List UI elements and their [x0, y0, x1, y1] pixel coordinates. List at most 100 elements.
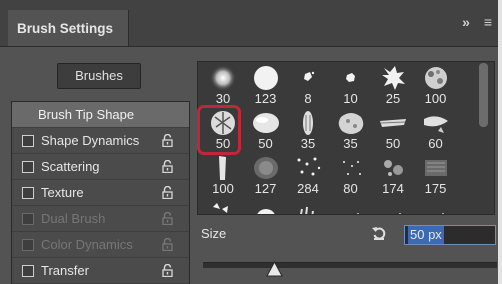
selected-preset-highlight	[197, 105, 241, 155]
brush-preset[interactable]	[245, 196, 287, 214]
brush-size-label: 25	[385, 91, 401, 106]
brush-preset[interactable]: 50	[245, 106, 287, 154]
brush-preset[interactable]	[372, 196, 414, 214]
expand-panel-icon[interactable]: »	[462, 14, 470, 30]
brush-thumbnail	[251, 64, 281, 92]
option-brush-tip-shape[interactable]: Brush Tip Shape	[12, 102, 189, 128]
brush-preset[interactable]: 35	[287, 106, 329, 154]
option-texture[interactable]: Texture	[12, 180, 189, 206]
brush-preset[interactable]: 100	[415, 62, 457, 109]
lock-icon[interactable]	[162, 264, 173, 277]
preset-grid-scrollbar[interactable]	[479, 63, 488, 127]
brush-size-label: 30	[215, 91, 231, 106]
brush-preset[interactable]: 127	[245, 151, 287, 199]
brush-size-label: 35	[343, 136, 358, 151]
brush-size-label: 127	[254, 181, 277, 196]
option-transfer[interactable]: Transfer	[12, 258, 189, 284]
brush-options-list: Brush Tip Shape Shape Dynamics Scattering T…	[11, 101, 190, 284]
brush-preset[interactable]: 123	[245, 62, 287, 109]
panel-header: Brush Settings » ≡	[0, 0, 498, 47]
option-color-dynamics[interactable]: Color Dynamics	[12, 232, 189, 258]
brush-size-label: 80	[343, 181, 358, 196]
brush-preset[interactable]	[330, 196, 372, 214]
option-checkbox[interactable]	[22, 265, 34, 277]
brush-preset[interactable]: 80	[330, 151, 372, 199]
brush-thumbnail	[378, 199, 408, 214]
brush-thumbnail	[251, 109, 281, 137]
option-label: Transfer	[41, 263, 89, 278]
brush-size-label: 50	[385, 136, 401, 151]
brush-thumbnail	[336, 154, 366, 182]
brush-preset[interactable]: 284	[287, 151, 329, 199]
brush-size-label: 100	[424, 91, 447, 106]
lock-icon[interactable]	[162, 186, 173, 199]
brush-preset[interactable]: 8	[287, 62, 329, 109]
brush-size-label: 35	[300, 136, 316, 151]
size-input[interactable]: 50 px	[404, 225, 496, 245]
size-label: Size	[201, 226, 227, 241]
brush-preset[interactable]	[202, 196, 244, 214]
brush-preset[interactable]: 175	[415, 151, 457, 199]
header-icons: » ≡	[452, 14, 492, 30]
brush-thumbnail	[378, 64, 408, 92]
size-input-value: 50 px	[408, 226, 444, 244]
option-dual-brush[interactable]: Dual Brush	[12, 206, 189, 232]
brush-size-label: 8	[304, 91, 312, 106]
lock-icon[interactable]	[162, 134, 173, 147]
brush-thumbnail	[378, 154, 408, 182]
brush-thumbnail	[421, 109, 451, 137]
brush-thumbnail	[378, 109, 408, 137]
option-checkbox[interactable]	[22, 213, 34, 225]
brush-preset[interactable]	[415, 196, 457, 214]
brush-preset[interactable]: 10	[330, 62, 372, 109]
panel-title: Brush Settings	[17, 21, 114, 36]
brush-size-label: 284	[297, 181, 319, 196]
brushes-button[interactable]: Brushes	[57, 63, 141, 89]
option-checkbox[interactable]	[22, 161, 34, 173]
size-slider-thumb[interactable]	[266, 261, 283, 277]
option-checkbox[interactable]	[22, 187, 34, 199]
brush-preset[interactable]	[287, 196, 329, 214]
brush-thumbnail	[251, 154, 281, 182]
brush-thumbnail	[336, 199, 366, 214]
brush-thumbnail	[421, 199, 451, 214]
brush-settings-panel: Brush Settings » ≡ Brushes Brush Tip Sha…	[0, 0, 498, 284]
brush-size-label: 60	[428, 136, 443, 151]
size-slider-track[interactable]	[203, 262, 497, 268]
lock-icon[interactable]	[162, 160, 173, 173]
brush-size-label: 175	[424, 181, 447, 196]
option-label: Dual Brush	[41, 211, 106, 226]
lock-icon[interactable]	[162, 238, 173, 251]
brush-preset[interactable]: 30	[202, 62, 244, 109]
option-checkbox[interactable]	[22, 239, 34, 251]
brush-size-label: 100	[212, 181, 234, 196]
option-checkbox[interactable]	[22, 135, 34, 147]
brush-preset[interactable]: 25	[372, 62, 414, 109]
brush-preset-grid: 30 123 8 10 25 100 50 50 35 35 50 60 100 127 284 80 174 1…	[197, 61, 495, 215]
brush-size-label: 50	[258, 136, 273, 151]
brush-thumbnail	[336, 64, 366, 92]
brush-preset[interactable]: 50	[372, 106, 414, 154]
brush-preset[interactable]: 174	[372, 151, 414, 199]
option-label: Brush Tip Shape	[38, 107, 135, 122]
brush-thumbnail	[421, 64, 451, 92]
brush-thumbnail	[421, 154, 451, 182]
brush-preset[interactable]: 100	[202, 151, 244, 199]
brush-thumbnail	[293, 154, 323, 182]
option-label: Shape Dynamics	[41, 133, 140, 148]
brush-thumbnail	[293, 199, 323, 214]
option-shape-dynamics[interactable]: Shape Dynamics	[12, 128, 189, 154]
lock-icon[interactable]	[162, 212, 173, 225]
panel-tab[interactable]: Brush Settings	[8, 10, 129, 46]
brush-size-label: 123	[254, 91, 277, 106]
panel-menu-icon[interactable]: ≡	[484, 14, 492, 30]
brush-preset[interactable]: 35	[330, 106, 372, 154]
brush-thumbnail	[208, 64, 238, 92]
reset-arrow-icon[interactable]	[371, 225, 387, 241]
option-label: Texture	[41, 185, 84, 200]
option-label: Color Dynamics	[41, 237, 133, 252]
brush-preset[interactable]: 60	[415, 106, 457, 154]
brush-thumbnail	[251, 199, 281, 214]
brush-thumbnail	[208, 154, 238, 182]
option-scattering[interactable]: Scattering	[12, 154, 189, 180]
